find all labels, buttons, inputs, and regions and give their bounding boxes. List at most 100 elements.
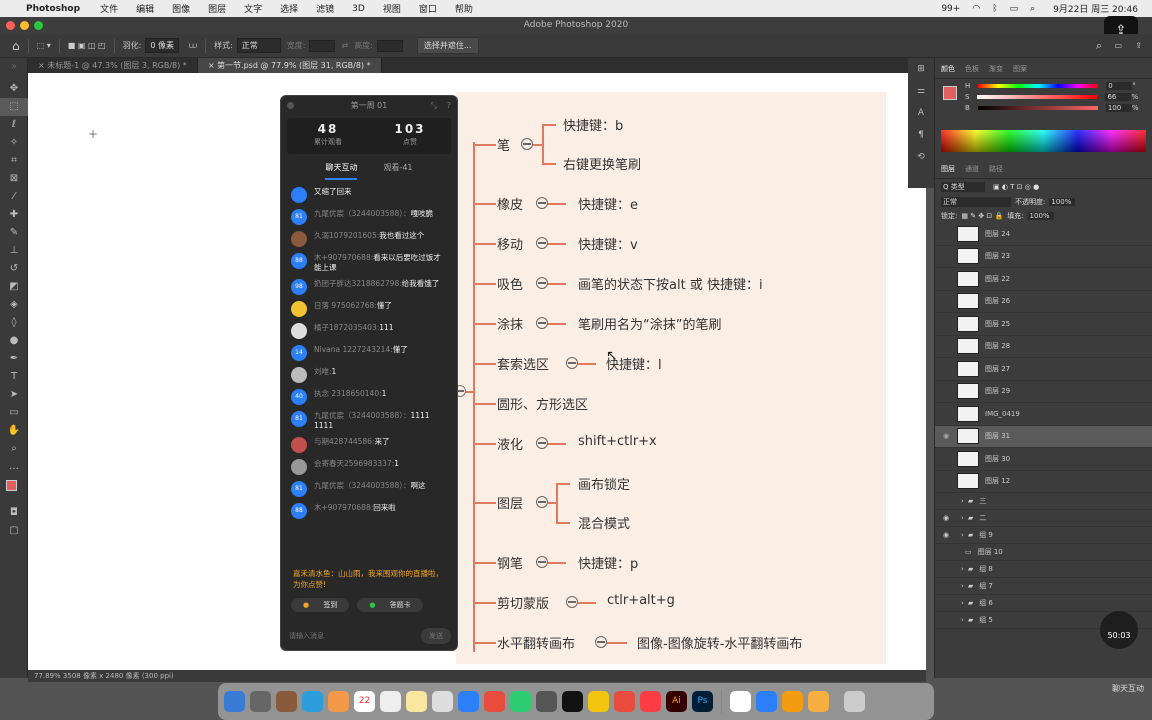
layer-name[interactable]: 图层 23 — [985, 251, 1010, 261]
chat-username[interactable]: 九尾优宸（3244003588）： — [314, 209, 410, 218]
collapse-circle-icon[interactable] — [536, 437, 548, 449]
fill-input[interactable]: 100% — [1027, 212, 1054, 220]
avatar[interactable]: 88 — [291, 253, 307, 269]
notes-icon[interactable] — [406, 691, 427, 712]
visibility-eye-icon[interactable]: ◉ — [935, 432, 957, 440]
menu-select[interactable]: 选择 — [280, 2, 298, 15]
doc-tab-untitled[interactable]: × 未标题-1 @ 47.3% (图层 3, RGB/8) * — [28, 58, 198, 73]
app-icon[interactable] — [276, 691, 297, 712]
chat-username[interactable]: 会寄春天2596983337: — [314, 459, 394, 468]
collapse-circle-icon[interactable] — [566, 596, 578, 608]
layer-group-row[interactable]: ◉ › ▰ 二 — [935, 510, 1152, 527]
history-icon[interactable]: ⟲ — [908, 146, 934, 168]
layer-name[interactable]: 图层 22 — [985, 274, 1010, 284]
doc-tab-lesson1[interactable]: × 第一节.psd @ 77.9% (图层 31, RGB/8) * — [197, 58, 382, 73]
history-brush-tool-icon[interactable]: ↺ — [0, 260, 28, 278]
minimize-window-button[interactable] — [20, 21, 29, 30]
group-name[interactable]: 三 — [979, 496, 986, 506]
layer-group-row[interactable]: › ▰ 组 8 — [935, 561, 1152, 578]
avatar[interactable]: 88 — [291, 503, 307, 519]
menu-view[interactable]: 视图 — [383, 2, 401, 15]
dodge-tool-icon[interactable]: ● — [0, 332, 28, 350]
expand-chevron-icon[interactable]: › — [961, 616, 964, 624]
eraser-tool-icon[interactable]: ◩ — [0, 278, 28, 296]
photos-app-icon[interactable] — [432, 691, 453, 712]
saturation-value[interactable]: 66 — [1105, 93, 1132, 101]
lock-icons[interactable]: ▦ ✎ ✥ ⊡ 🔒 — [961, 212, 1003, 220]
avatar[interactable]: 14 — [291, 345, 307, 361]
layer-row[interactable]: 图层 28 — [935, 336, 1152, 358]
avatar[interactable]: 40 — [291, 389, 307, 405]
group-name[interactable]: 组 6 — [979, 598, 993, 608]
chat-username[interactable]: 九尾优宸（3244003588）： — [314, 481, 410, 490]
expand-chevron-icon[interactable]: › — [961, 599, 964, 607]
chat-username[interactable]: 九尾优宸（3244003588）： — [314, 411, 410, 420]
lasso-tool-icon[interactable]: ℓ — [0, 116, 28, 134]
height-input[interactable] — [376, 39, 403, 52]
help-icon[interactable]: ? — [447, 96, 451, 116]
rectangle-tool-icon[interactable]: ▭ — [0, 404, 28, 422]
collapse-circle-icon[interactable] — [536, 237, 548, 249]
brush-tool-icon[interactable]: ✎ — [0, 224, 28, 242]
brush-settings-icon[interactable]: ⊞ — [908, 58, 934, 80]
workspace-icon[interactable]: ▭ — [1114, 41, 1122, 50]
visibility-eye-icon[interactable]: ◉ — [935, 514, 957, 522]
tab-channels[interactable]: 通道 — [965, 164, 979, 174]
avatar[interactable] — [291, 437, 307, 453]
tab-layers[interactable]: 图层 — [941, 164, 955, 174]
illustrator-icon[interactable]: Ai — [666, 691, 687, 712]
group-name[interactable]: 组 8 — [979, 564, 993, 574]
layer-group-row[interactable]: ◉ › ▰ 组 9 — [935, 527, 1152, 544]
layer-row[interactable]: 图层 30 — [935, 448, 1152, 471]
marquee-tool-icon[interactable]: ⬚ — [0, 98, 28, 116]
menu-filter[interactable]: 滤镜 — [316, 2, 334, 15]
layer-name[interactable]: 图层 27 — [985, 364, 1010, 374]
layer-row[interactable]: ◉ 图层 31 — [935, 425, 1152, 448]
layer-name[interactable]: 图层 26 — [985, 296, 1010, 306]
paragraph-icon[interactable]: ¶ — [908, 124, 934, 146]
layer-name[interactable]: 图层 25 — [985, 319, 1010, 329]
layer-name[interactable]: IMG_0419 — [985, 410, 1020, 418]
frame-tool-icon[interactable]: ⊠ — [0, 170, 28, 188]
layer-row[interactable]: 图层 27 — [935, 358, 1152, 381]
chat-username[interactable]: 执念 2318650140: — [314, 389, 382, 398]
hue-slider[interactable] — [978, 84, 1099, 88]
collapse-circle-icon[interactable] — [536, 277, 548, 289]
menu-app-name[interactable]: Photoshop — [26, 4, 80, 14]
music-icon[interactable] — [640, 691, 661, 712]
avatar[interactable] — [291, 323, 307, 339]
photos-icon[interactable] — [484, 691, 505, 712]
layer-name[interactable]: 图层 31 — [985, 431, 1010, 441]
menu-file[interactable]: 文件 — [100, 2, 118, 15]
layer-name[interactable]: 图层 30 — [985, 454, 1010, 464]
close-window-button[interactable] — [6, 21, 15, 30]
avatar[interactable]: 81 — [291, 411, 307, 427]
chat-username[interactable]: 橘子1872035403: — [314, 323, 379, 332]
app-icon[interactable] — [782, 691, 803, 712]
reminders-icon[interactable] — [380, 691, 401, 712]
avatar[interactable] — [291, 231, 307, 247]
color-spectrum[interactable] — [941, 130, 1146, 152]
battery-icon[interactable]: ▭ — [1010, 4, 1019, 14]
app-store-icon[interactable] — [458, 691, 479, 712]
layer-row[interactable]: IMG_0419 — [935, 403, 1152, 426]
style-select[interactable]: 正常 — [236, 38, 281, 53]
expand-chevron-icon[interactable]: › — [961, 497, 964, 505]
quick-mask-icon[interactable]: ◘ — [0, 504, 28, 522]
finder-icon[interactable] — [224, 691, 245, 712]
chat-close-dot-icon[interactable] — [287, 102, 294, 109]
layer-group-row[interactable]: › ▰ 组 6 — [935, 595, 1152, 612]
layer-name[interactable]: 图层 12 — [985, 476, 1010, 486]
system-preferences-icon[interactable] — [536, 691, 557, 712]
filter-icons[interactable]: ▣ ◐ T ⊡ ◎ ● — [993, 183, 1039, 191]
layer-row[interactable]: 图层 23 — [935, 246, 1152, 268]
chat-username[interactable]: 木+907970688: — [314, 503, 373, 512]
chat-username[interactable]: 奶团子胖达3218862798: — [314, 279, 402, 288]
brightness-value[interactable]: 100 — [1105, 104, 1132, 112]
eyedropper-tool-icon[interactable]: ⁄ — [0, 188, 28, 206]
tab-gradients[interactable]: 渐变 — [989, 64, 1003, 74]
checkin-button[interactable]: ● 签到 — [291, 598, 350, 612]
menu-image[interactable]: 图像 — [172, 2, 190, 15]
expand-chevron-icon[interactable]: › — [961, 514, 964, 522]
answer-card-button[interactable]: ● 答题卡 — [357, 598, 423, 612]
